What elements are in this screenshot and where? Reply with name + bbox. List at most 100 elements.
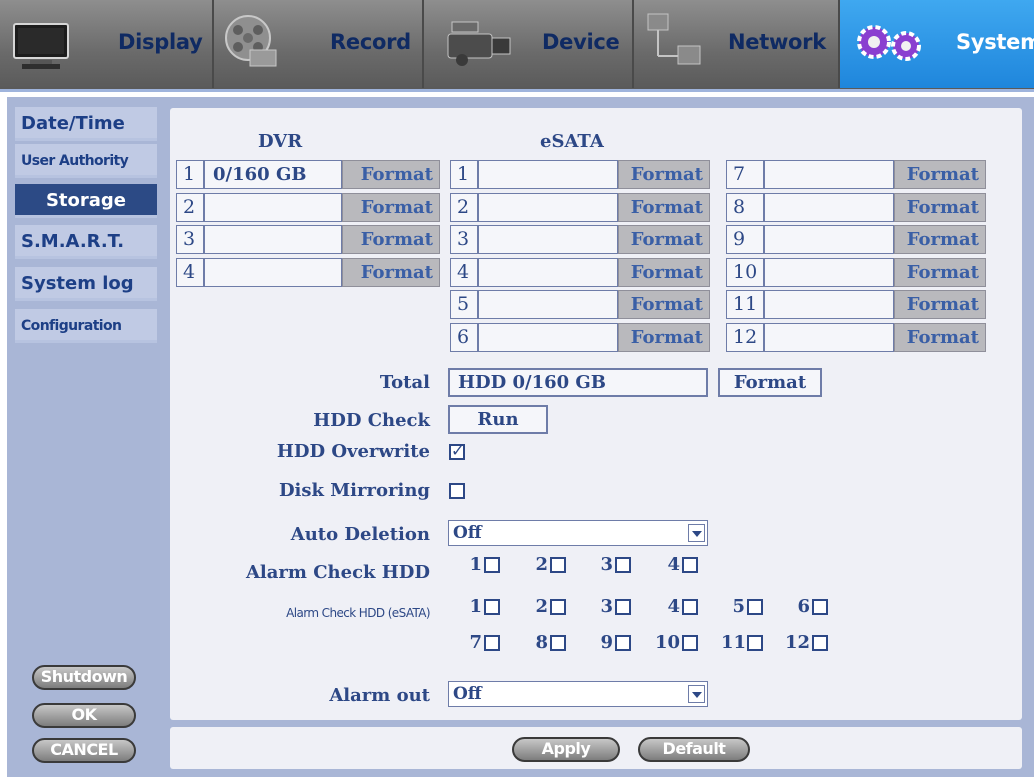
checkmark-icon: ✓ <box>451 441 465 460</box>
esata-slot-value <box>478 290 618 319</box>
tab-network[interactable]: Network <box>634 0 840 88</box>
cancel-button[interactable]: CANCEL <box>32 738 136 763</box>
dvr-slot-value: 0/160 GB <box>204 160 342 189</box>
alarm-check-hdd-checkbox[interactable] <box>682 557 698 573</box>
esata-format-button[interactable]: Format <box>894 225 986 254</box>
alarm-check-esata-label: Alarm Check HDD (eSATA) <box>286 606 430 620</box>
storage-settings: DVR eSATA 1 0/160 GB Format 2 Format 3 F… <box>170 108 1022 720</box>
shutdown-button[interactable]: Shutdown <box>32 665 136 690</box>
esata-format-button[interactable]: Format <box>894 160 986 189</box>
dvr-format-button[interactable]: Format <box>342 193 440 222</box>
esata-format-button[interactable]: Format <box>894 193 986 222</box>
esata-format-button[interactable]: Format <box>618 193 710 222</box>
sidebar-item-date-time[interactable]: Date/Time <box>15 107 157 141</box>
alarm-check-esata-checkbox[interactable] <box>615 635 631 651</box>
total-format-button[interactable]: Format <box>718 368 822 397</box>
esata-slot-number: 1 <box>450 160 478 189</box>
esata-slot-value <box>764 290 894 319</box>
alarm-check-esata-number: 11 <box>720 632 746 653</box>
alarm-check-esata-checkbox[interactable] <box>615 599 631 615</box>
esata-slot-value <box>764 323 894 352</box>
default-button[interactable]: Default <box>638 737 750 762</box>
alarm-check-esata-number: 7 <box>469 632 482 653</box>
auto-deletion-label: Auto Deletion <box>290 524 430 545</box>
esata-slot-number: 8 <box>726 193 764 222</box>
alarm-check-esata-number: 5 <box>732 596 745 617</box>
esata-slot-number: 10 <box>726 258 764 287</box>
esata-format-button[interactable]: Format <box>894 323 986 352</box>
alarm-check-esata-checkbox[interactable] <box>550 599 566 615</box>
sidebar-item-storage[interactable]: Storage <box>15 184 157 218</box>
monitor-icon <box>13 23 69 69</box>
left-menu: Date/Time User Authority Storage S.M.A.R… <box>7 97 160 777</box>
alarm-check-esata-checkbox[interactable] <box>484 599 500 615</box>
network-icon <box>647 13 701 65</box>
alarm-check-esata-checkbox[interactable] <box>747 599 763 615</box>
hdd-check-run-button[interactable]: Run <box>448 405 548 434</box>
esata-slot-value <box>764 160 894 189</box>
dvr-slot-value <box>204 193 342 222</box>
alarm-check-esata-number: 8 <box>535 632 548 653</box>
alarm-check-hdd-checkbox[interactable] <box>484 557 500 573</box>
esata-slot-number: 2 <box>450 193 478 222</box>
dvr-format-button[interactable]: Format <box>342 160 440 189</box>
alarm-check-esata-checkbox[interactable] <box>747 635 763 651</box>
alarm-check-esata-checkbox[interactable] <box>812 635 828 651</box>
alarm-check-hdd-label: Alarm Check HDD <box>245 562 430 583</box>
esata-slot-number: 5 <box>450 290 478 319</box>
esata-slot-value <box>478 258 618 287</box>
chevron-down-icon[interactable] <box>688 685 705 703</box>
alarm-check-esata-checkbox[interactable] <box>812 599 828 615</box>
film-reel-icon <box>225 15 277 67</box>
sidebar-item-smart[interactable]: S.M.A.R.T. <box>15 225 157 259</box>
dvr-format-button[interactable]: Format <box>342 225 440 254</box>
esata-format-button[interactable]: Format <box>618 160 710 189</box>
disk-mirroring-checkbox[interactable] <box>449 483 465 499</box>
esata-format-button[interactable]: Format <box>618 323 710 352</box>
alarm-check-esata-checkbox[interactable] <box>484 635 500 651</box>
alarm-check-esata-checkbox[interactable] <box>682 599 698 615</box>
hdd-overwrite-checkbox[interactable]: ✓ <box>449 441 465 460</box>
auto-deletion-select[interactable]: Off <box>448 520 708 546</box>
tab-system[interactable]: System <box>840 0 1034 88</box>
alarm-check-esata-checkbox[interactable] <box>682 635 698 651</box>
hdd-overwrite-label: HDD Overwrite <box>276 441 430 462</box>
apply-button[interactable]: Apply <box>512 737 620 762</box>
sidebar-item-configuration[interactable]: Configuration <box>15 309 157 343</box>
alarm-check-hdd-number: 1 <box>469 554 482 575</box>
esata-format-button[interactable]: Format <box>618 258 710 287</box>
esata-slot-value <box>764 225 894 254</box>
alarm-check-hdd-checkbox[interactable] <box>550 557 566 573</box>
esata-slot-number: 7 <box>726 160 764 189</box>
esata-format-button[interactable]: Format <box>894 290 986 319</box>
gears-icon <box>857 25 921 61</box>
sidebar-item-system-log[interactable]: System log <box>15 267 157 301</box>
ok-button[interactable]: OK <box>32 703 136 728</box>
esata-slot-value <box>764 193 894 222</box>
dvr-slot-value <box>204 258 342 287</box>
tab-device-label: Device <box>542 30 620 54</box>
top-menu-bar: Display Record Device Network System <box>0 0 1034 92</box>
tab-record[interactable]: Record <box>214 0 424 88</box>
tab-system-label: System <box>956 30 1034 54</box>
dvr-format-button[interactable]: Format <box>342 258 440 287</box>
esata-slot-number: 3 <box>450 225 478 254</box>
alarm-check-esata-number: 10 <box>654 632 680 653</box>
dvr-slot-number: 3 <box>176 225 204 254</box>
esata-format-button[interactable]: Format <box>618 225 710 254</box>
alarm-out-select[interactable]: Off <box>448 681 708 707</box>
alarm-out-label: Alarm out <box>329 685 430 706</box>
alarm-check-esata-number: 1 <box>469 596 482 617</box>
sidebar-item-user-authority[interactable]: User Authority <box>15 144 157 178</box>
chevron-down-icon[interactable] <box>688 524 705 542</box>
alarm-check-hdd-checkbox[interactable] <box>615 557 631 573</box>
esata-format-button[interactable]: Format <box>894 258 986 287</box>
camcorder-icon <box>447 21 511 66</box>
tab-device[interactable]: Device <box>424 0 634 88</box>
alarm-check-esata-checkbox[interactable] <box>550 635 566 651</box>
tab-display[interactable]: Display <box>0 0 214 88</box>
alarm-check-esata-number: 2 <box>535 596 548 617</box>
alarm-out-value: Off <box>453 684 482 704</box>
esata-slot-value <box>478 225 618 254</box>
esata-format-button[interactable]: Format <box>618 290 710 319</box>
